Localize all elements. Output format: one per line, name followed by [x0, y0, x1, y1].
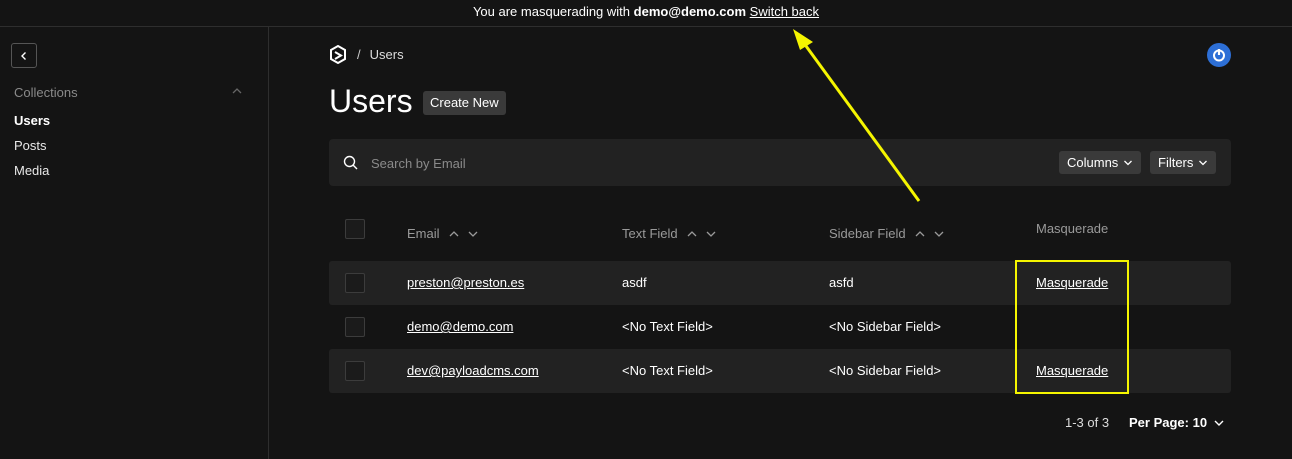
columns-label: Columns: [1067, 155, 1119, 170]
sort-asc-icon[interactable]: [448, 230, 460, 238]
sidebar-item-media[interactable]: Media: [14, 163, 49, 178]
column-header-label: Sidebar Field: [829, 226, 906, 241]
nav-group-collections[interactable]: Collections: [14, 85, 78, 100]
row-text-field: <No Text Field>: [622, 319, 713, 334]
sort-desc-icon[interactable]: [705, 230, 717, 238]
column-header-text-field: Text Field: [622, 226, 717, 241]
row-text-field: <No Text Field>: [622, 363, 713, 378]
per-page-label: Per Page: 10: [1129, 415, 1208, 430]
breadcrumb-separator: /: [357, 47, 361, 62]
breadcrumb: / Users: [329, 45, 404, 64]
search-icon: [343, 155, 358, 170]
sort-desc-icon[interactable]: [933, 230, 945, 238]
column-header-label: Masquerade: [1036, 221, 1109, 236]
per-page-select[interactable]: Per Page: 10: [1129, 415, 1225, 430]
column-header-masquerade: Masquerade: [1036, 221, 1108, 236]
row-sidebar-field: <No Sidebar Field>: [829, 319, 942, 334]
row-sidebar-field: asfd: [829, 275, 854, 290]
sort-asc-icon[interactable]: [686, 230, 698, 238]
row-email-link[interactable]: dev@payloadcms.com: [407, 363, 539, 378]
columns-button[interactable]: Columns: [1059, 151, 1142, 174]
select-all-checkbox[interactable]: [345, 219, 365, 239]
sidebar-item-users[interactable]: Users: [14, 113, 50, 128]
row-checkbox[interactable]: [345, 273, 365, 293]
column-header-sidebar-field: Sidebar Field: [829, 226, 945, 241]
column-header-email: Email: [407, 226, 479, 241]
account-button[interactable]: [1207, 43, 1231, 67]
create-new-button[interactable]: Create New: [423, 91, 506, 115]
row-email-link[interactable]: preston@preston.es: [407, 275, 524, 290]
switch-back-link[interactable]: Switch back: [750, 4, 819, 19]
chevron-left-icon: [21, 51, 26, 60]
breadcrumb-current: Users: [369, 47, 404, 62]
list-controls: Columns Filters: [329, 139, 1231, 186]
search-input[interactable]: [371, 151, 971, 175]
row-checkbox[interactable]: [345, 361, 365, 381]
power-icon: [1213, 49, 1225, 62]
masquerade-banner: You are masquerading with demo@demo.com …: [0, 0, 1292, 27]
row-text-field: asdf: [622, 275, 647, 290]
annotation-highlight-box: [1015, 260, 1129, 394]
payload-logo-icon[interactable]: [329, 45, 347, 64]
row-checkbox[interactable]: [345, 317, 365, 337]
sidebar: Collections Users Posts Media: [0, 27, 269, 459]
page-title: Users: [329, 83, 413, 119]
chevron-up-icon[interactable]: [231, 87, 243, 95]
filters-button[interactable]: Filters: [1150, 151, 1217, 174]
pagination-info: 1-3 of 3: [1065, 415, 1110, 430]
banner-user: demo@demo.com: [633, 4, 747, 19]
chevron-down-icon: [1214, 420, 1224, 426]
sort-asc-icon[interactable]: [914, 230, 926, 238]
row-sidebar-field: <No Sidebar Field>: [829, 363, 942, 378]
column-header-label: Email: [407, 226, 440, 241]
row-email-link[interactable]: demo@demo.com: [407, 319, 513, 334]
sidebar-item-posts[interactable]: Posts: [14, 138, 47, 153]
collapse-sidebar-button[interactable]: [11, 43, 37, 68]
filters-label: Filters: [1158, 155, 1194, 170]
chevron-down-icon: [1124, 160, 1133, 165]
column-header-label: Text Field: [622, 226, 678, 241]
sort-desc-icon[interactable]: [467, 230, 479, 238]
banner-prefix: You are masquerading with: [472, 4, 631, 19]
chevron-down-icon: [1199, 160, 1208, 165]
